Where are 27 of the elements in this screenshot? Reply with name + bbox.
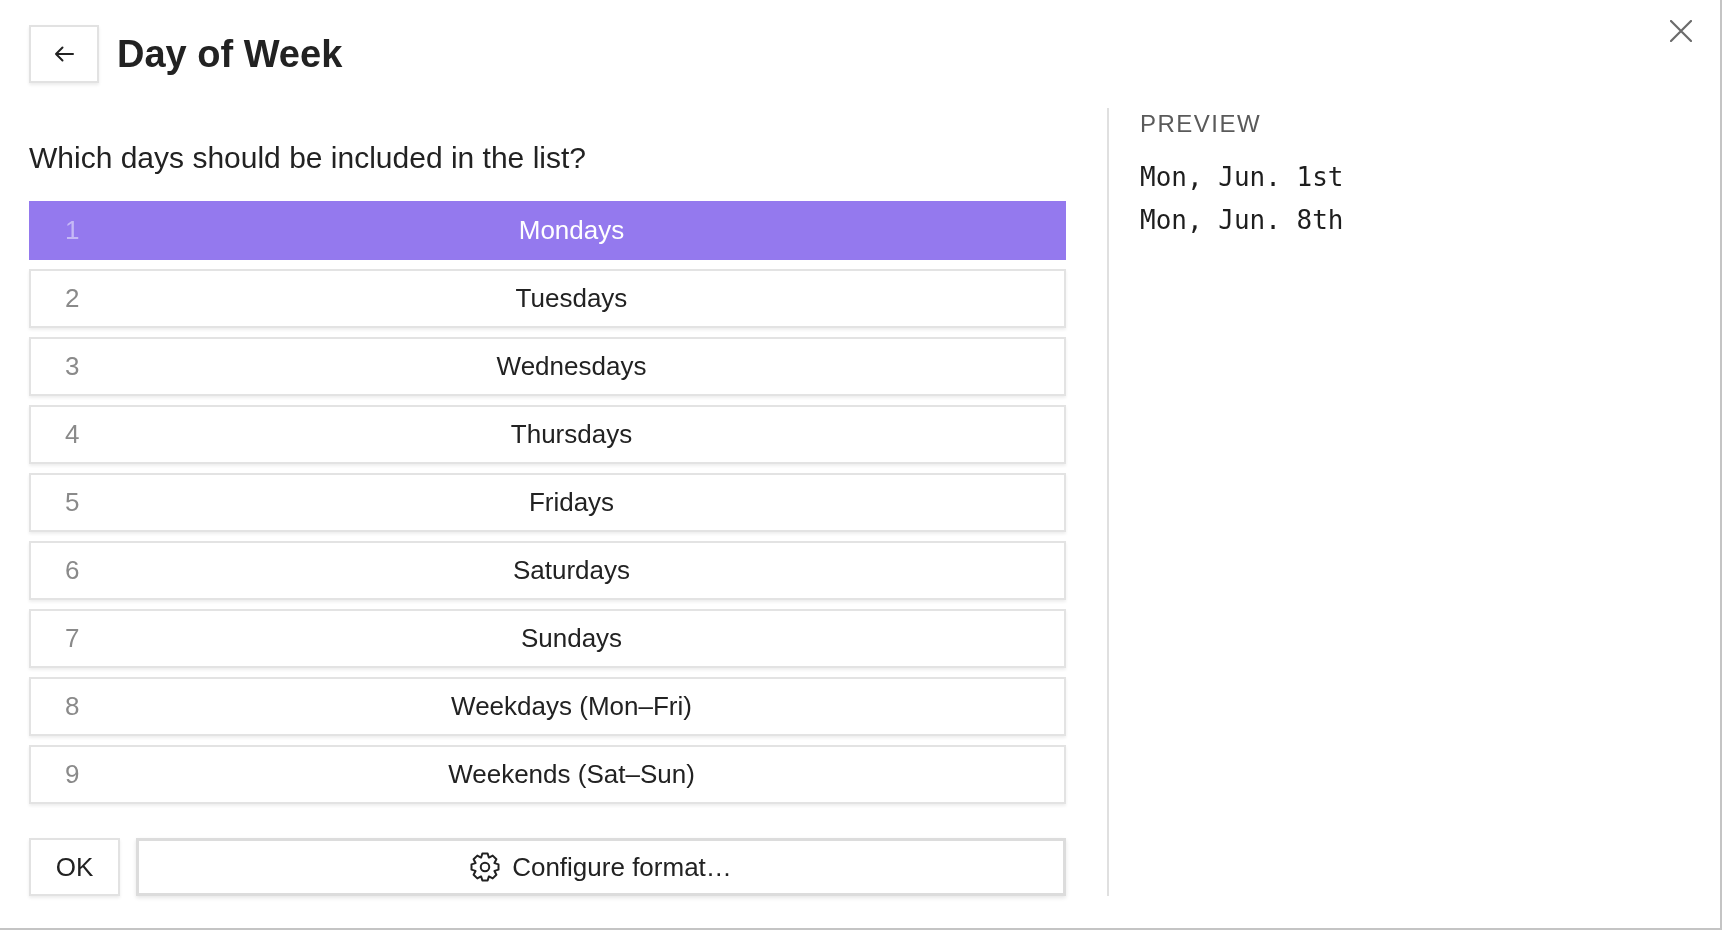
option-number: 8 (64, 690, 81, 723)
list-option[interactable]: 5 Fridays (29, 473, 1066, 532)
dialog-title: Day of Week (117, 32, 343, 77)
list-option[interactable]: 6 Saturdays (29, 541, 1066, 600)
preview-line: Mon, Jun. 8th (1140, 204, 1344, 237)
option-number: 1 (64, 214, 81, 247)
option-number: 9 (64, 758, 81, 791)
option-number: 3 (64, 350, 81, 383)
list-option[interactable]: 3 Wednesdays (29, 337, 1066, 396)
option-number: 6 (64, 554, 81, 587)
list-option[interactable]: 2 Tuesdays (29, 269, 1066, 328)
configure-format-button[interactable]: Configure format… (136, 838, 1066, 896)
option-number: 7 (64, 622, 81, 655)
list-option[interactable]: 9 Weekends (Sat–Sun) (29, 745, 1066, 804)
option-number: 2 (64, 282, 81, 315)
gear-icon (470, 852, 501, 882)
preview-line: Mon, Jun. 1st (1140, 161, 1344, 194)
question-text: Which days should be included in the list? (29, 140, 587, 176)
list-option[interactable]: 7 Sundays (29, 609, 1066, 668)
list-option[interactable]: 4 Thursdays (29, 405, 1066, 464)
preview-heading: PREVIEW (1140, 109, 1263, 139)
close-icon (1670, 20, 1692, 42)
option-number: 4 (64, 418, 81, 451)
option-number: 5 (64, 486, 81, 519)
arrow-left-icon (54, 46, 74, 62)
list-option[interactable]: 8 Weekdays (Mon–Fri) (29, 677, 1066, 736)
ok-button[interactable]: OK (29, 838, 120, 896)
